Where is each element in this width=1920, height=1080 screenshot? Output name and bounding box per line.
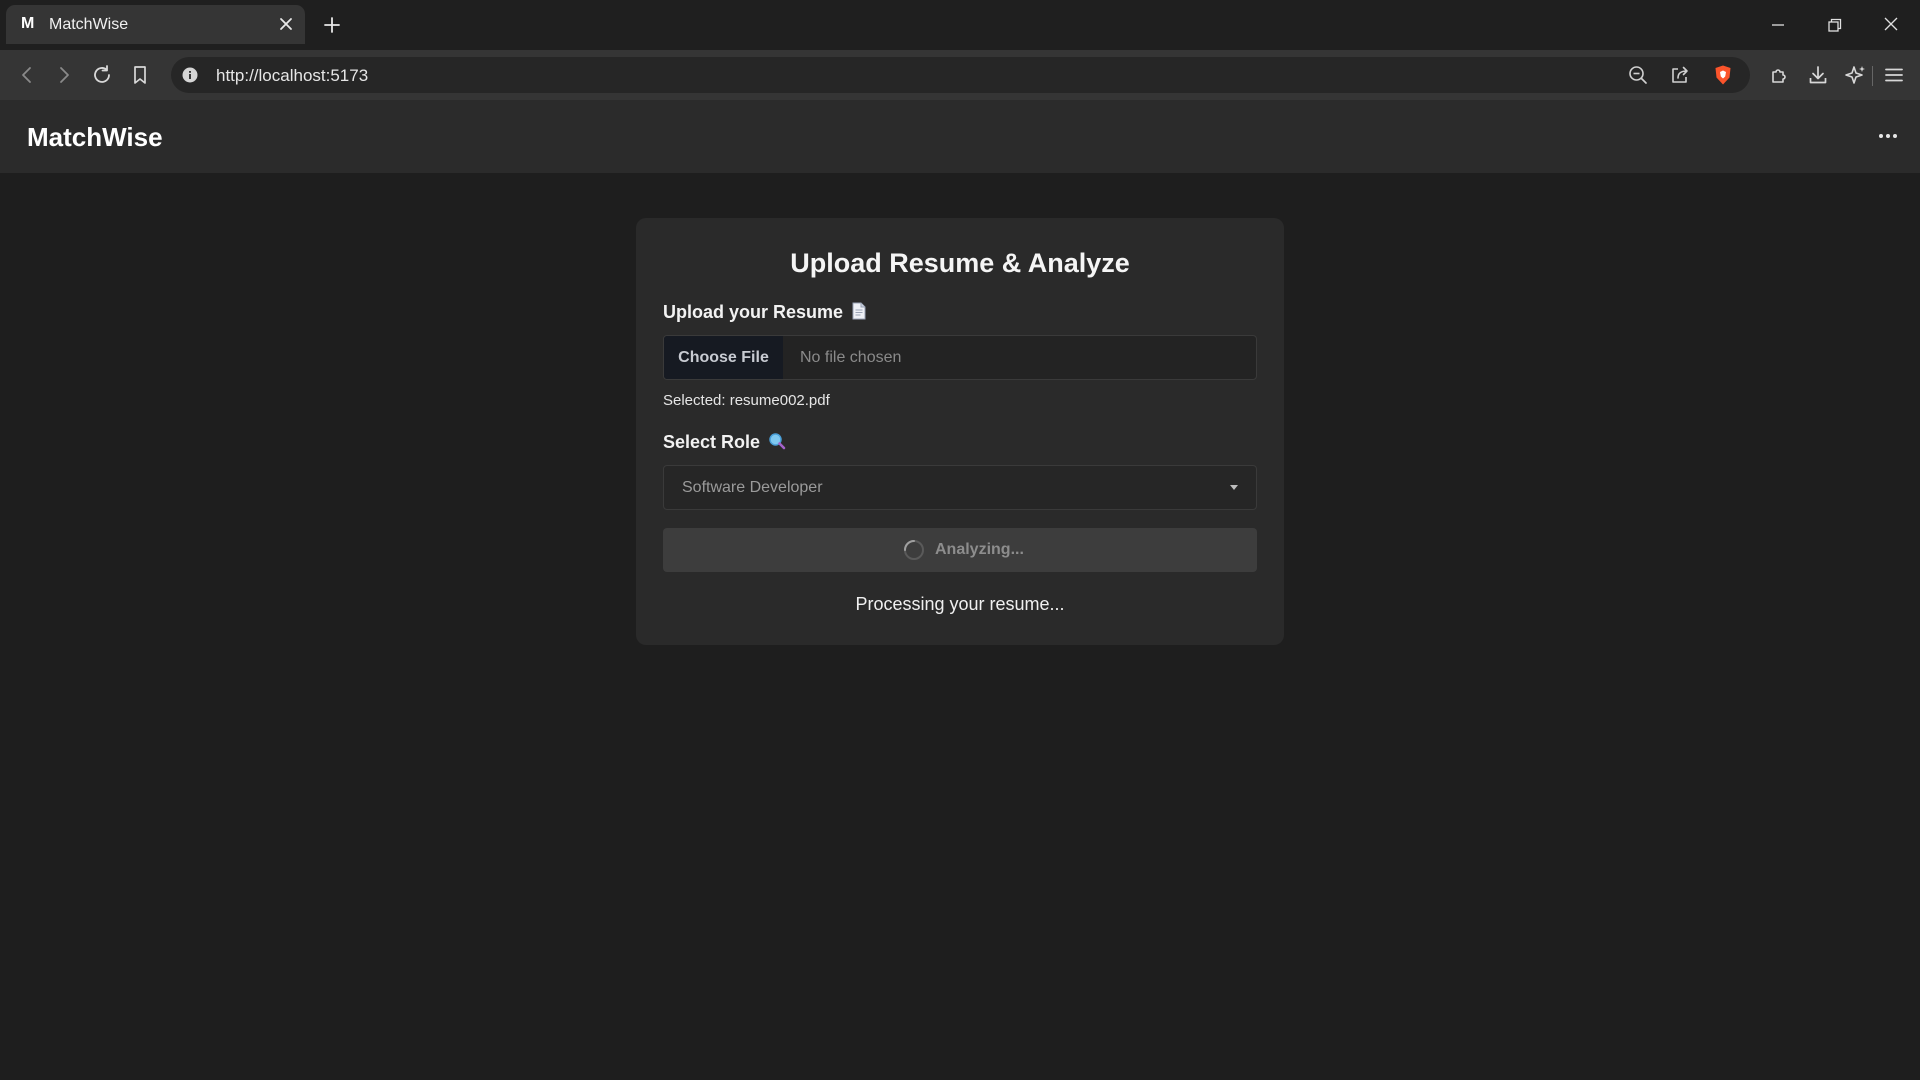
more-options-icon[interactable] [1874, 122, 1902, 150]
minimize-icon[interactable] [1764, 12, 1792, 38]
window-close-icon[interactable] [1877, 12, 1905, 38]
no-file-chosen-text: No file chosen [800, 349, 902, 366]
forward-icon[interactable] [52, 63, 76, 87]
upload-resume-label-text: Upload your Resume [663, 302, 844, 322]
select-role-label: Select Role [663, 432, 786, 455]
site-info-icon[interactable] [182, 67, 198, 83]
extensions-icon[interactable] [1768, 63, 1792, 87]
card-title: Upload Resume & Analyze [790, 248, 1130, 278]
reload-icon[interactable] [90, 63, 114, 87]
address-bar[interactable]: http://localhost:5173 [171, 57, 1873, 93]
select-role-label-text: Select Role [663, 432, 761, 452]
browser-tabstrip: M MatchWise [0, 0, 1920, 50]
zoom-out-icon[interactable] [1626, 63, 1650, 87]
tab-favicon: M [21, 15, 35, 32]
tab-title: MatchWise [49, 16, 129, 33]
choose-file-button[interactable]: Choose File [664, 336, 783, 379]
close-icon[interactable] [276, 14, 296, 34]
role-select[interactable]: Software Developer [663, 465, 1257, 510]
file-input[interactable]: Choose File No file chosen [663, 335, 1257, 380]
browser-toolbar: http://localhost:5173 [0, 50, 1920, 100]
loading-spinner-icon [903, 539, 925, 561]
upload-card: Upload Resume & Analyze Upload your Resu… [636, 218, 1284, 645]
url-text: http://localhost:5173 [216, 66, 369, 85]
upload-resume-label: Upload your Resume [663, 302, 867, 325]
magnifier-icon [768, 432, 786, 455]
omnibox-separator [1872, 66, 1873, 86]
document-icon [851, 302, 867, 325]
share-icon[interactable] [1668, 63, 1692, 87]
leo-ai-icon[interactable] [1844, 63, 1868, 87]
chevron-down-icon [1230, 485, 1238, 490]
app-brand[interactable]: MatchWise [27, 122, 163, 153]
analyze-button[interactable]: Analyzing... [663, 528, 1257, 572]
analyze-button-label: Analyzing... [935, 541, 1024, 558]
app-header: MatchWise [0, 100, 1920, 173]
selected-file-text: Selected: resume002.pdf [663, 392, 830, 409]
bookmark-icon[interactable] [128, 63, 152, 87]
role-select-value: Software Developer [682, 479, 823, 496]
menu-icon[interactable] [1882, 63, 1906, 87]
brave-shields-icon[interactable] [1711, 63, 1735, 87]
new-tab-icon[interactable] [320, 13, 344, 37]
processing-status-text: Processing your resume... [855, 594, 1065, 614]
download-icon[interactable] [1806, 63, 1830, 87]
browser-tab[interactable]: M MatchWise [6, 5, 305, 44]
back-icon[interactable] [15, 63, 39, 87]
restore-icon[interactable] [1820, 12, 1848, 38]
